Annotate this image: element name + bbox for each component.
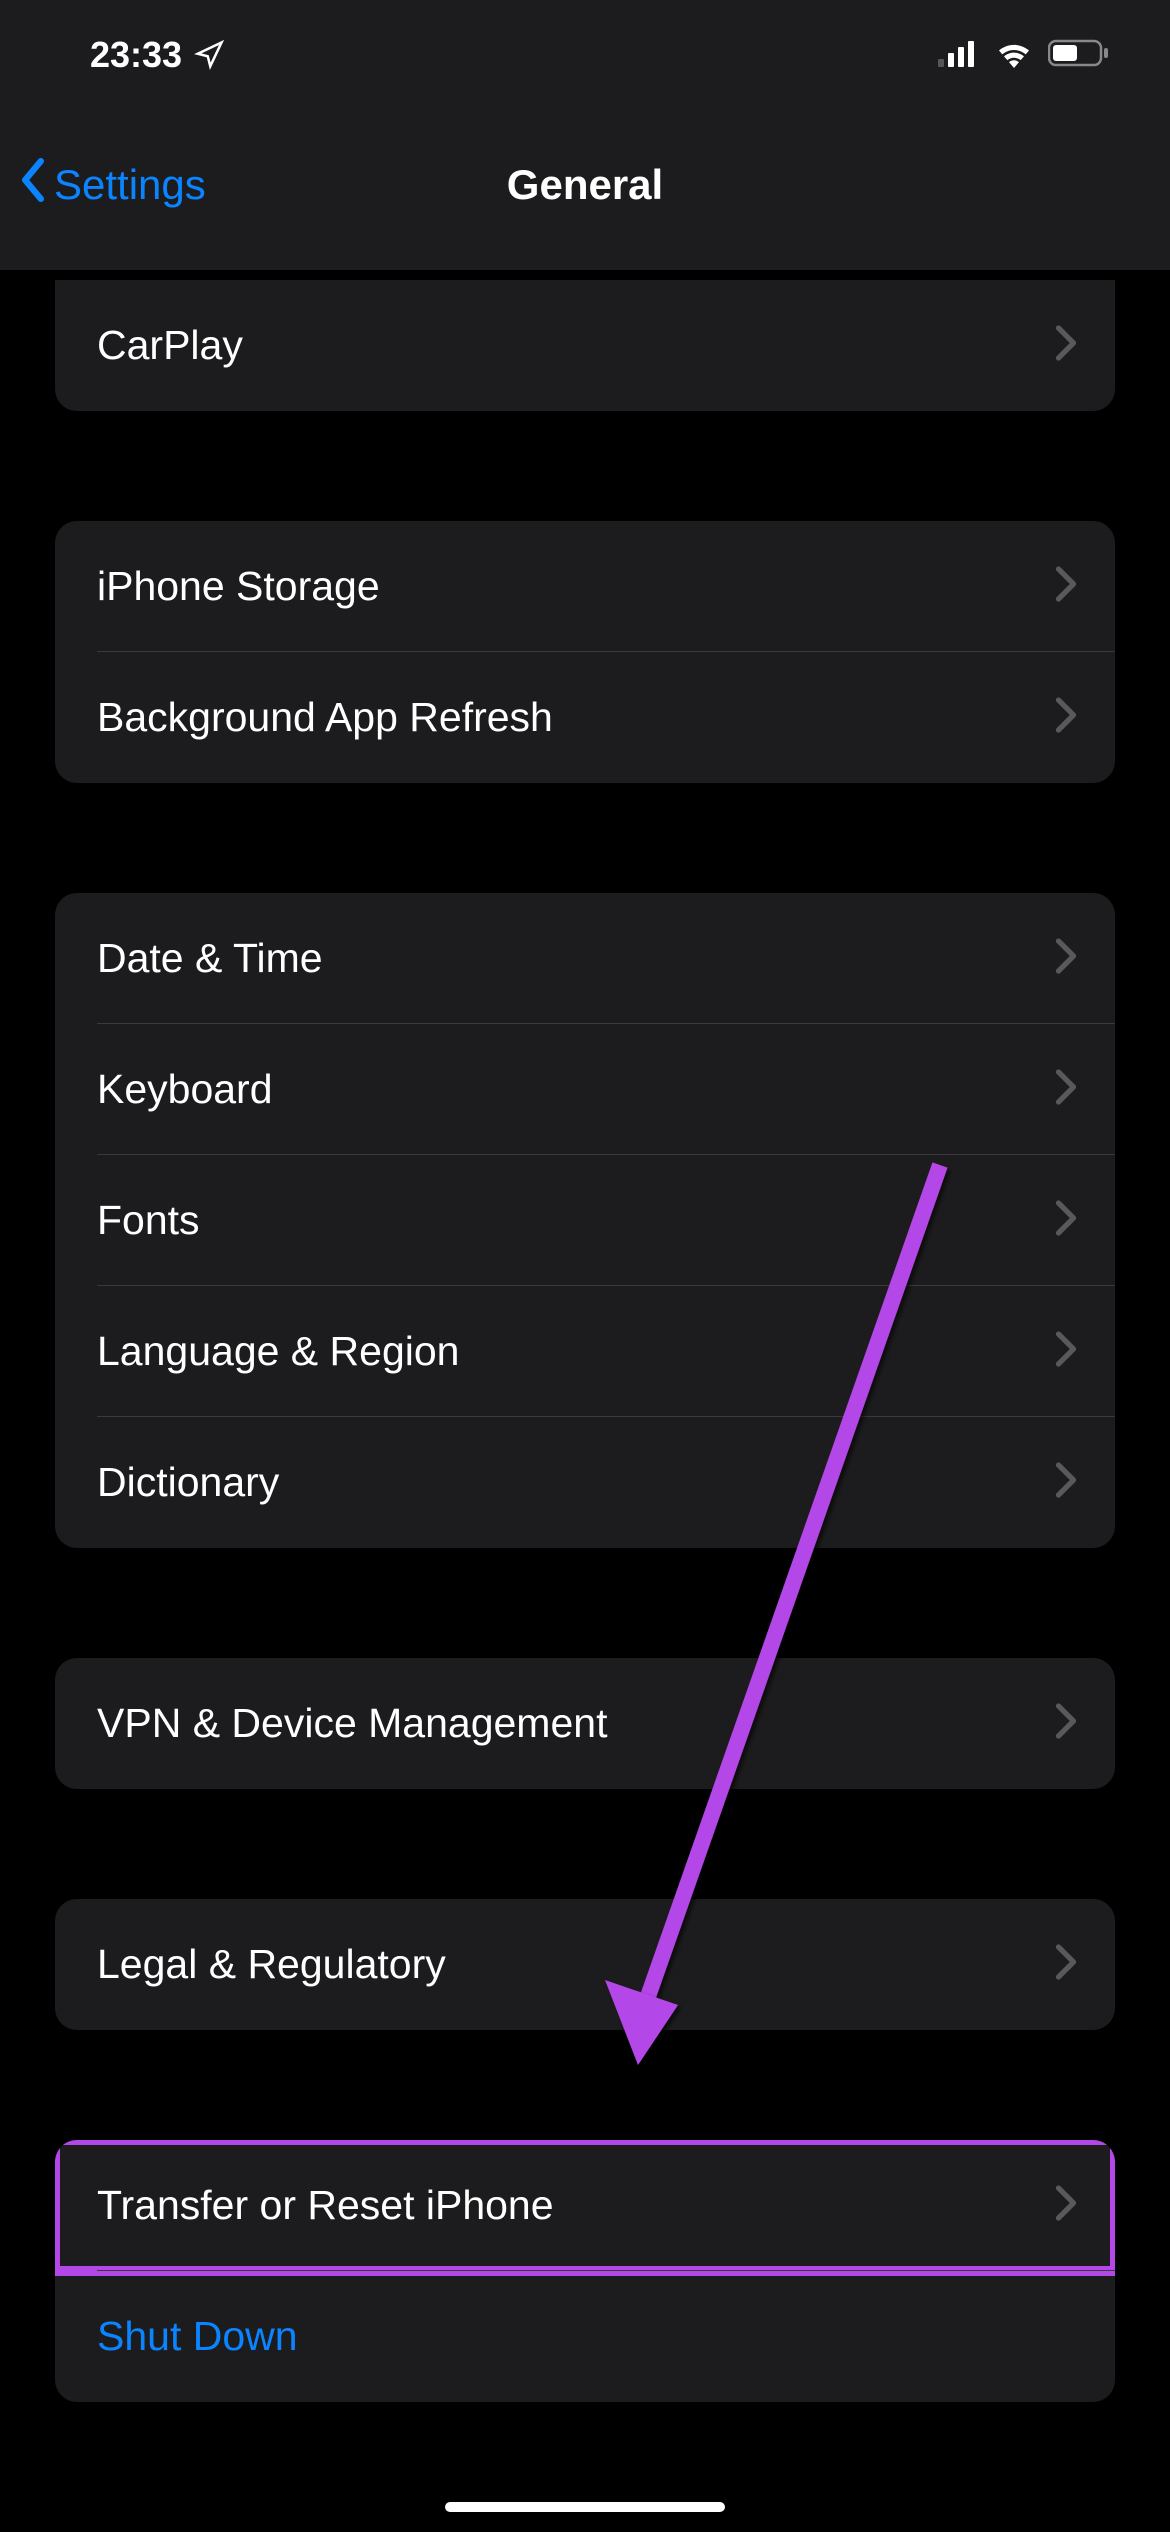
- row-legal-regulatory[interactable]: Legal & Regulatory: [55, 1899, 1115, 2030]
- content: CarPlay iPhone Storage Background App Re…: [0, 270, 1170, 2402]
- row-background-app-refresh[interactable]: Background App Refresh: [55, 652, 1115, 783]
- home-indicator[interactable]: [445, 2502, 725, 2512]
- location-icon: [194, 40, 224, 70]
- chevron-right-icon: [1055, 1069, 1077, 1110]
- row-label: CarPlay: [97, 322, 243, 369]
- chevron-right-icon: [1055, 566, 1077, 607]
- row-shut-down[interactable]: Shut Down: [55, 2271, 1115, 2402]
- status-left: 23:33: [90, 34, 224, 76]
- row-dictionary[interactable]: Dictionary: [55, 1417, 1115, 1548]
- back-button[interactable]: Settings: [18, 158, 206, 212]
- row-vpn-device-management[interactable]: VPN & Device Management: [55, 1658, 1115, 1789]
- wifi-icon: [994, 38, 1034, 73]
- row-label: Language & Region: [97, 1328, 459, 1375]
- row-fonts[interactable]: Fonts: [55, 1155, 1115, 1286]
- row-label: Keyboard: [97, 1066, 273, 1113]
- chevron-right-icon: [1055, 697, 1077, 738]
- settings-group-carplay: CarPlay: [55, 280, 1115, 411]
- row-label: Fonts: [97, 1197, 200, 1244]
- row-label: Transfer or Reset iPhone: [97, 2182, 554, 2229]
- chevron-right-icon: [1055, 1331, 1077, 1372]
- row-label: Background App Refresh: [97, 694, 553, 741]
- chevron-right-icon: [1055, 2185, 1077, 2226]
- row-transfer-reset-iphone[interactable]: Transfer or Reset iPhone: [55, 2140, 1115, 2271]
- status-time: 23:33: [90, 34, 182, 76]
- row-keyboard[interactable]: Keyboard: [55, 1024, 1115, 1155]
- row-date-time[interactable]: Date & Time: [55, 893, 1115, 1024]
- settings-group-vpn: VPN & Device Management: [55, 1658, 1115, 1789]
- row-label: iPhone Storage: [97, 563, 380, 610]
- settings-group-datetime: Date & Time Keyboard Fonts Language & Re…: [55, 893, 1115, 1548]
- chevron-right-icon: [1055, 1944, 1077, 1985]
- page-title: General: [507, 161, 663, 209]
- row-label: Dictionary: [97, 1459, 279, 1506]
- row-label: VPN & Device Management: [97, 1700, 607, 1747]
- status-right: [938, 38, 1110, 73]
- row-language-region[interactable]: Language & Region: [55, 1286, 1115, 1417]
- row-iphone-storage[interactable]: iPhone Storage: [55, 521, 1115, 652]
- chevron-right-icon: [1055, 1200, 1077, 1241]
- battery-icon: [1048, 38, 1110, 73]
- chevron-left-icon: [18, 158, 48, 212]
- row-carplay[interactable]: CarPlay: [55, 280, 1115, 411]
- chevron-right-icon: [1055, 325, 1077, 366]
- row-label: Shut Down: [97, 2313, 298, 2360]
- settings-group-legal: Legal & Regulatory: [55, 1899, 1115, 2030]
- chevron-right-icon: [1055, 938, 1077, 979]
- settings-group-reset: Transfer or Reset iPhone Shut Down: [55, 2140, 1115, 2402]
- cellular-icon: [938, 39, 980, 72]
- settings-group-storage: iPhone Storage Background App Refresh: [55, 521, 1115, 783]
- status-bar: 23:33: [0, 0, 1170, 100]
- chevron-right-icon: [1055, 1462, 1077, 1503]
- back-label: Settings: [54, 161, 206, 209]
- nav-bar: Settings General: [0, 100, 1170, 270]
- row-label: Date & Time: [97, 935, 323, 982]
- chevron-right-icon: [1055, 1703, 1077, 1744]
- row-label: Legal & Regulatory: [97, 1941, 446, 1988]
